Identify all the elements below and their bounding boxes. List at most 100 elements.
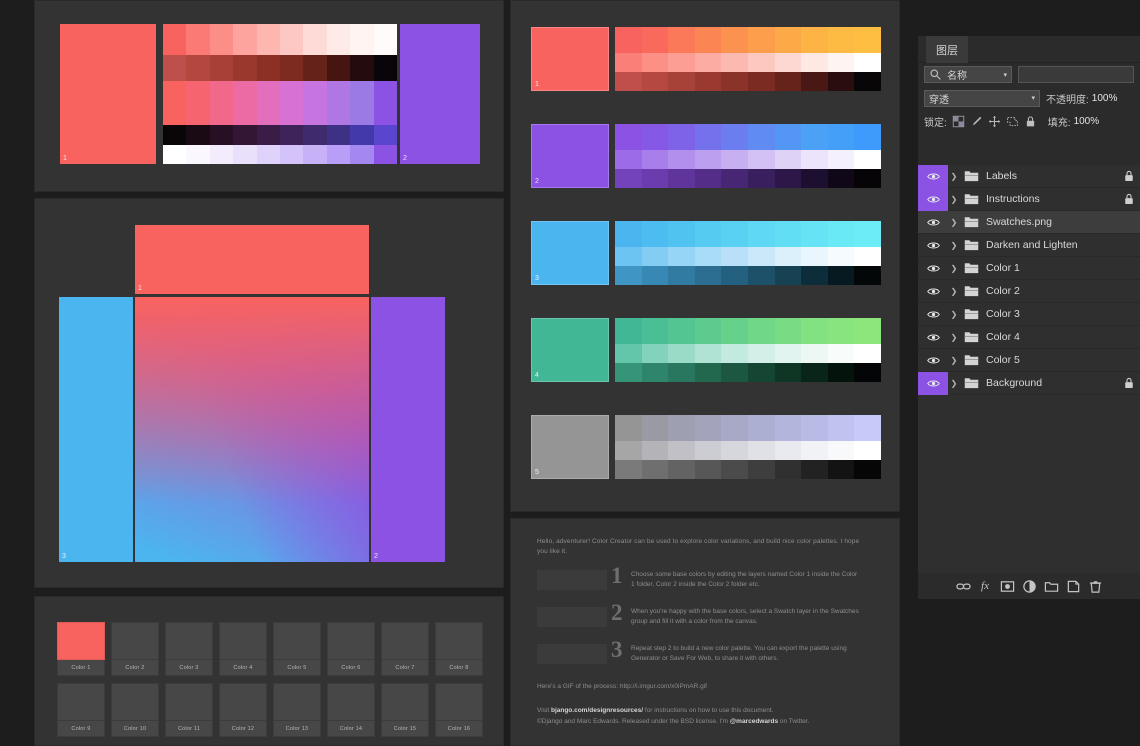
color-slot[interactable]: Color 9 [57, 683, 105, 737]
color-slot-chip[interactable] [111, 622, 159, 660]
layer-row[interactable]: ❯ Color 3 [918, 303, 1140, 326]
eye-icon[interactable] [926, 287, 940, 296]
color-slot[interactable]: Color 3 [165, 622, 213, 676]
color-slot-chip[interactable] [327, 622, 375, 660]
base-swatch-1[interactable]: 1 [60, 24, 156, 164]
layer-row[interactable]: ❯ Background [918, 371, 1140, 395]
color-slot[interactable]: Color 4 [219, 622, 267, 676]
eye-icon[interactable] [926, 333, 940, 342]
color-slot[interactable]: Color 11 [165, 683, 213, 737]
adjustment-layer-icon[interactable] [1022, 579, 1037, 594]
color-slot-chip[interactable] [165, 622, 213, 660]
color-slot[interactable]: Color 2 [111, 622, 159, 676]
color-slot-chip[interactable] [165, 683, 213, 721]
layer-visibility-toggle[interactable] [918, 349, 948, 372]
all-lock-icon[interactable] [1024, 115, 1037, 128]
color-slot-chip[interactable] [57, 622, 105, 660]
eye-icon[interactable] [926, 356, 940, 365]
eye-icon[interactable] [926, 241, 940, 250]
layer-visibility-toggle[interactable] [918, 257, 948, 280]
color-slot[interactable]: Color 12 [219, 683, 267, 737]
lock-icon[interactable] [1124, 377, 1134, 389]
chevron-right-icon[interactable]: ❯ [948, 195, 960, 204]
swatch-base-color[interactable]: 1 [531, 27, 609, 91]
chevron-right-icon[interactable]: ❯ [948, 172, 960, 181]
eye-icon[interactable] [926, 172, 940, 181]
lock-icon[interactable] [1124, 170, 1134, 182]
swatch-base-color[interactable]: 4 [531, 318, 609, 382]
color-slot-chip[interactable] [435, 622, 483, 660]
color-slot[interactable]: Color 16 [435, 683, 483, 737]
filter-kind-select[interactable]: 名称 ▾ [924, 66, 1012, 83]
blend-swatch-left[interactable]: 3 [59, 297, 133, 562]
chevron-right-icon[interactable]: ❯ [948, 310, 960, 319]
chevron-right-icon[interactable]: ❯ [948, 287, 960, 296]
color-slot-chip[interactable] [273, 683, 321, 721]
layer-visibility-toggle[interactable] [918, 164, 948, 188]
eye-icon[interactable] [926, 195, 940, 204]
transparency-lock-icon[interactable] [952, 115, 965, 128]
eye-icon[interactable] [926, 379, 940, 388]
layer-visibility-toggle[interactable] [918, 303, 948, 326]
blend-swatch-top[interactable]: 1 [135, 225, 369, 294]
color-slot-chip[interactable] [381, 683, 429, 721]
color-slot[interactable]: Color 14 [327, 683, 375, 737]
layer-visibility-toggle[interactable] [918, 371, 948, 395]
layer-row[interactable]: ❯ Color 2 [918, 280, 1140, 303]
layer-row[interactable]: ❯ Labels [918, 164, 1140, 188]
opacity-value[interactable]: 100% [1092, 93, 1118, 104]
layer-row[interactable]: ❯ Color 4 [918, 326, 1140, 349]
color-slot[interactable]: Color 10 [111, 683, 159, 737]
layer-visibility-toggle[interactable] [918, 326, 948, 349]
color-slot[interactable]: Color 7 [381, 622, 429, 676]
color-slot[interactable]: Color 8 [435, 622, 483, 676]
base-swatch-2[interactable]: 2 [400, 24, 480, 164]
chevron-down-icon[interactable]: ▾ [1031, 94, 1035, 102]
color-slot[interactable]: Color 6 [327, 622, 375, 676]
chevron-right-icon[interactable]: ❯ [948, 264, 960, 273]
blend-swatch-right[interactable]: 2 [371, 297, 445, 562]
move-lock-icon[interactable] [988, 115, 1001, 128]
layer-lock-indicator[interactable] [1118, 193, 1140, 205]
color-slot[interactable]: Color 15 [381, 683, 429, 737]
color-slot[interactable]: Color 1 [57, 622, 105, 676]
layer-visibility-toggle[interactable] [918, 234, 948, 257]
chevron-right-icon[interactable]: ❯ [948, 241, 960, 250]
color-slot-chip[interactable] [381, 622, 429, 660]
tab-layers[interactable]: 图层 [926, 36, 968, 63]
layer-visibility-toggle[interactable] [918, 187, 948, 211]
new-layer-icon[interactable] [1066, 579, 1081, 594]
layer-visibility-toggle[interactable] [918, 280, 948, 303]
color-slot-chip[interactable] [219, 683, 267, 721]
eye-icon[interactable] [926, 264, 940, 273]
layer-lock-indicator[interactable] [1118, 377, 1140, 389]
brush-lock-icon[interactable] [970, 115, 983, 128]
layer-row[interactable]: ❯ Swatches.png [918, 211, 1140, 234]
fill-value[interactable]: 100% [1074, 116, 1100, 127]
artboard-lock-icon[interactable] [1006, 115, 1019, 128]
color-slot-chip[interactable] [219, 622, 267, 660]
blend-mode-select[interactable]: 穿透 ▾ [924, 89, 1040, 107]
color-slot-chip[interactable] [273, 622, 321, 660]
new-group-icon[interactable] [1044, 579, 1059, 594]
color-slot-chip[interactable] [111, 683, 159, 721]
color-slot-chip[interactable] [327, 683, 375, 721]
color-slot[interactable]: Color 13 [273, 683, 321, 737]
layer-mask-icon[interactable] [1000, 579, 1015, 594]
swatch-base-color[interactable]: 2 [531, 124, 609, 188]
delete-layer-icon[interactable] [1088, 579, 1103, 594]
layer-list[interactable]: ❯ Labels ❯ Instructions ❯ Swatches.png ❯ Darken… [918, 164, 1140, 573]
layer-row[interactable]: ❯ Darken and Lighten [918, 234, 1140, 257]
color-slot[interactable]: Color 5 [273, 622, 321, 676]
layer-row[interactable]: ❯ Color 5 [918, 349, 1140, 372]
bjango-link[interactable]: bjango.com/designresources/ [551, 707, 643, 714]
swatch-base-color[interactable]: 5 [531, 415, 609, 479]
twitter-link[interactable]: @marcedwards [730, 718, 778, 725]
color-slot-chip[interactable] [57, 683, 105, 721]
lock-icon[interactable] [1124, 193, 1134, 205]
color-slot-chip[interactable] [435, 683, 483, 721]
layer-row[interactable]: ❯ Instructions [918, 187, 1140, 211]
fx-icon[interactable]: fx [978, 579, 993, 594]
eye-icon[interactable] [926, 218, 940, 227]
link-icon[interactable] [955, 579, 971, 594]
